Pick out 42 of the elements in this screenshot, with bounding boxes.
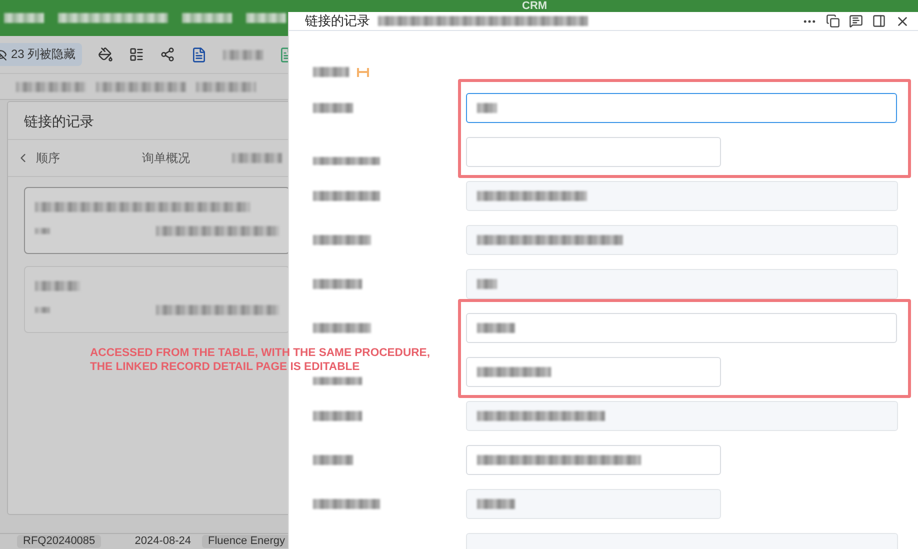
side-panel-icon[interactable] [872, 14, 886, 28]
paint-bucket-icon[interactable] [98, 47, 113, 62]
blurred-text [313, 499, 380, 509]
blurred-text [313, 411, 362, 421]
copy-icon[interactable] [826, 14, 840, 28]
blurred-text [477, 323, 515, 333]
blurred-text [182, 13, 232, 23]
blurred-text [313, 323, 371, 333]
document-icon[interactable] [190, 46, 207, 62]
card-view-icon[interactable] [128, 47, 144, 62]
view-tab[interactable]: 询单概况 [142, 150, 232, 166]
blurred-text [477, 499, 515, 509]
blurred-text [4, 13, 44, 23]
drawer-title: 链接的记录 [305, 12, 370, 30]
table-cell-text: 2024-08-24 [134, 535, 192, 548]
blurred-text [16, 82, 86, 92]
blurred-text [313, 279, 362, 289]
back-link[interactable]: 顺序 [16, 150, 142, 166]
comment-icon[interactable] [849, 14, 863, 28]
blurred-text [222, 50, 263, 60]
blurred-text [313, 377, 362, 385]
blurred-text [35, 281, 80, 291]
blurred-text [313, 67, 349, 77]
blurred-text [35, 307, 50, 313]
annotation-text: THE LINKED RECORD DETAIL PAGE IS EDITABLE [90, 360, 360, 374]
blurred-text [232, 153, 282, 163]
blurred-text [313, 455, 353, 465]
share-icon[interactable] [160, 47, 175, 62]
table-cell: RFQ20240085 [17, 535, 102, 548]
blurred-text [477, 103, 497, 113]
blurred-text [246, 13, 286, 23]
blurred-text [35, 228, 50, 234]
blurred-text [313, 235, 371, 245]
hidden-columns-button[interactable]: 23 列被隐藏 [0, 43, 82, 66]
annotation-text: ACCESSED FROM THE TABLE, WITH THE SAME PROCEDURE, [90, 346, 430, 360]
blurred-text [196, 82, 256, 92]
app-title: CRM [522, 0, 548, 12]
blurred-text [313, 157, 380, 165]
blurred-text [477, 279, 497, 289]
input-field[interactable] [466, 93, 897, 123]
blurred-text [313, 191, 380, 201]
blurred-text [313, 103, 353, 113]
